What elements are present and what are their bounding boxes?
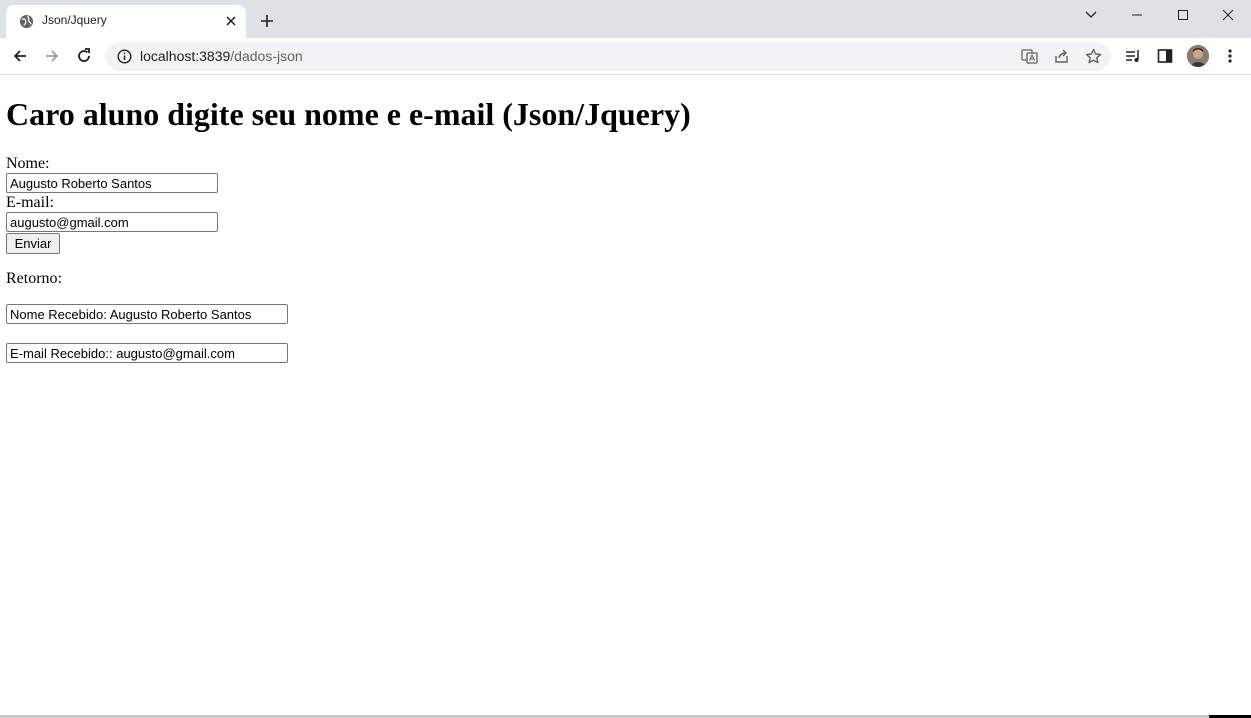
minimize-icon <box>1132 14 1142 16</box>
back-button[interactable] <box>10 46 30 66</box>
close-window-button[interactable] <box>1205 0 1251 30</box>
close-icon <box>1222 9 1234 21</box>
page-title: Caro aluno digite seu nome e e-mail (Jso… <box>6 96 691 132</box>
email-input[interactable] <box>6 212 218 232</box>
globe-icon <box>19 14 34 29</box>
reload-button[interactable] <box>74 46 94 66</box>
info-icon[interactable] <box>117 49 132 64</box>
profile-avatar-icon <box>1187 45 1209 67</box>
nome-label: Nome: <box>6 155 50 172</box>
forward-button[interactable] <box>42 46 62 66</box>
tab-title: Json/Jquery <box>42 13 107 27</box>
reload-icon <box>78 48 90 62</box>
more-vert-icon <box>1228 49 1232 63</box>
close-tab-icon[interactable] <box>224 14 238 28</box>
enviar-button[interactable]: Enviar <box>6 233 60 254</box>
forward-arrow-icon <box>46 50 59 62</box>
tab-search-button[interactable] <box>1068 0 1114 30</box>
translate-icon[interactable] <box>1021 48 1038 65</box>
email-label: E-mail: <box>6 194 54 211</box>
url-host: localhost:3839 <box>140 48 231 64</box>
share-icon[interactable] <box>1053 48 1070 65</box>
browser-toolbar: localhost:3839/dados-json <box>0 38 1251 75</box>
side-panel-icon <box>1157 49 1173 63</box>
maximize-icon <box>1178 10 1188 20</box>
side-panel-button[interactable] <box>1155 46 1175 66</box>
menu-button[interactable] <box>1220 46 1240 66</box>
nome-recebido-field[interactable] <box>6 304 288 324</box>
new-tab-plus-icon[interactable] <box>258 12 276 30</box>
avatar[interactable] <box>1187 45 1209 67</box>
browser-tab[interactable]: Json/Jquery <box>6 5 246 38</box>
url-text: localhost:3839/dados-json <box>140 48 303 64</box>
media-button[interactable] <box>1123 46 1143 66</box>
tab-strip: Json/Jquery <box>0 0 1251 38</box>
star-icon[interactable] <box>1085 48 1102 65</box>
email-recebido-field[interactable] <box>6 343 288 363</box>
url-path: /dados-json <box>230 48 303 64</box>
maximize-button[interactable] <box>1160 0 1206 30</box>
chevron-down-icon <box>1085 11 1097 18</box>
address-bar[interactable]: localhost:3839/dados-json <box>106 42 1110 71</box>
retorno-label: Retorno: <box>6 270 62 287</box>
nome-input[interactable] <box>6 173 218 193</box>
media-queue-icon <box>1126 50 1139 62</box>
back-arrow-icon <box>13 50 26 62</box>
minimize-button[interactable] <box>1114 0 1160 30</box>
